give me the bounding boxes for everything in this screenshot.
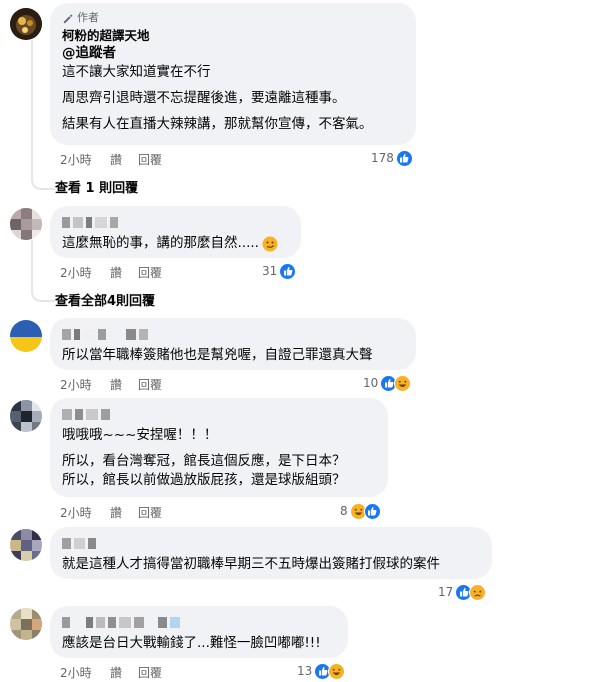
- like-button[interactable]: 讚: [110, 504, 138, 521]
- redacted-author-name: [62, 409, 376, 420]
- comment-bubble: 哦哦哦~~~安捏喔！！！ 所以，看台灣奪冠，館長這個反應，是下日本？ 所以，館長…: [50, 398, 388, 497]
- comment-text: 所以，看台灣奪冠，館長這個反應，是下日本？: [62, 453, 346, 469]
- reaction-count: 10: [363, 376, 379, 390]
- reply-button[interactable]: 回覆: [138, 151, 162, 168]
- redacted-author-name: [62, 538, 480, 549]
- avatar[interactable]: [10, 208, 42, 240]
- comment-text: 所以，館長以前做過放版屁孩，還是球版組頭？: [62, 472, 346, 488]
- comment-text: 就是這種人才搞得當初職棒早期三不五時爆出簽賭打假球的案件: [62, 556, 440, 572]
- pixelated-avatar-image: [10, 529, 42, 561]
- comment-time[interactable]: 2小時: [60, 151, 110, 168]
- pixelated-avatar-image: [10, 400, 42, 432]
- comment-text: 結果有人在直播大辣辣講，那就幫你宣傳，不客氣。: [62, 116, 373, 132]
- comment-time[interactable]: 2小時: [60, 264, 110, 281]
- like-icon: [395, 149, 413, 167]
- mention-tag[interactable]: @追蹤者: [62, 44, 404, 63]
- thread-elbow: [31, 174, 55, 190]
- redacted-author-name: [62, 217, 289, 228]
- haha-icon: [394, 374, 412, 392]
- comment-text: 周思齊引退時還不忘提醒後進，要遠離這種事。: [62, 90, 346, 106]
- comment-actions: 2小時 讚 回覆: [60, 664, 162, 681]
- comment-bubble: 這麼無恥的事，講的那麼自然.....: [50, 206, 301, 258]
- haha-icon: [328, 662, 346, 680]
- like-button[interactable]: 讚: [110, 376, 138, 393]
- comment-bubble: 所以當年職棒簽賭他也是幫兇喔，自證己罪還真大聲: [50, 318, 416, 370]
- comment-text: 哦哦哦~~~安捏喔！！！: [62, 427, 218, 443]
- reaction-summary[interactable]: 13: [297, 662, 346, 680]
- avatar[interactable]: [10, 320, 42, 352]
- comment-actions: 2小時 讚 回覆: [60, 264, 162, 281]
- redacted-author-name: [62, 329, 404, 340]
- view-replies-link[interactable]: 查看全部4則回覆: [55, 290, 155, 309]
- like-button[interactable]: 讚: [110, 664, 138, 681]
- reaction-count: 17: [438, 585, 454, 599]
- comment-bubble: 應該是台日大戰輸錢了...難怪一臉凹嘟嘟!!!: [50, 606, 348, 658]
- like-button[interactable]: 讚: [110, 151, 138, 168]
- comment-time[interactable]: 2小時: [60, 504, 110, 521]
- comment-text-row: 這麼無恥的事，講的那麼自然.....: [62, 234, 289, 253]
- comment-bubble: 作者 柯粉的超譯天地 @追蹤者 這不讓大家知道實在不行 周思齊引退時還不忘提醒後…: [50, 3, 416, 145]
- avatar[interactable]: [10, 529, 42, 561]
- pencil-icon: [63, 13, 73, 23]
- reaction-count: 178: [371, 151, 394, 165]
- flag-avatar-image: [10, 320, 42, 352]
- reaction-summary[interactable]: 17: [438, 583, 487, 601]
- comment-text: 這不讓大家知道實在不行: [62, 64, 211, 80]
- reply-button[interactable]: 回覆: [138, 264, 162, 281]
- reply-button[interactable]: 回覆: [138, 504, 162, 521]
- avatar[interactable]: [10, 400, 42, 432]
- author-avatar-image: [10, 8, 42, 40]
- comment-text: 應該是台日大戰輸錢了...難怪一臉凹嘟嘟!!!: [62, 635, 321, 651]
- reaction-summary[interactable]: 31: [262, 262, 297, 280]
- comment-time[interactable]: 2小時: [60, 376, 110, 393]
- like-icon: [363, 502, 381, 520]
- reaction-count: 31: [262, 264, 278, 278]
- thread-line: [31, 40, 33, 178]
- pixelated-avatar-image: [10, 608, 42, 640]
- reaction-count: 8: [340, 504, 348, 518]
- reaction-count: 13: [297, 664, 313, 678]
- comment-actions: 2小時 讚 回覆: [60, 376, 162, 393]
- reaction-summary[interactable]: 178: [371, 149, 413, 167]
- view-replies-link[interactable]: 查看 1 則回覆: [55, 177, 138, 196]
- avatar[interactable]: [10, 8, 42, 40]
- reply-button[interactable]: 回覆: [138, 664, 162, 681]
- comment-text: 這麼無恥的事，講的那麼自然.....: [62, 235, 259, 251]
- comment-time[interactable]: 2小時: [60, 664, 110, 681]
- reply-button[interactable]: 回覆: [138, 376, 162, 393]
- like-button[interactable]: 讚: [110, 264, 138, 281]
- redacted-author-name: [62, 617, 336, 628]
- avatar[interactable]: [10, 608, 42, 640]
- reaction-summary[interactable]: 8: [340, 502, 381, 520]
- sad-icon: [469, 583, 487, 601]
- author-badge-label: 作者: [77, 11, 99, 24]
- smirk-emoji-icon: [262, 236, 278, 251]
- reaction-summary[interactable]: 10: [363, 374, 412, 392]
- author-badge: 作者: [62, 11, 404, 25]
- thread-line: [31, 240, 33, 290]
- comment-bubble: 就是這種人才搞得當初職棒早期三不五時爆出簽賭打假球的案件: [50, 527, 492, 579]
- comment-author[interactable]: 柯粉的超譯天地: [62, 27, 404, 44]
- like-icon: [279, 262, 297, 280]
- pixelated-avatar-image: [10, 208, 42, 240]
- comment-text: 所以當年職棒簽賭他也是幫兇喔，自證己罪還真大聲: [62, 347, 373, 363]
- comment-actions: 2小時 讚 回覆: [60, 151, 162, 168]
- thread-elbow: [31, 286, 55, 302]
- comment-actions: 2小時 讚 回覆: [60, 504, 162, 521]
